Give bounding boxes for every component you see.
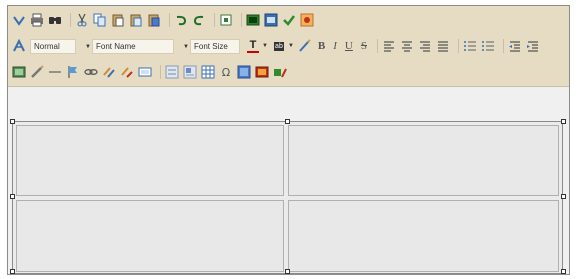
toolbar-separator (160, 65, 161, 79)
table-cell[interactable] (288, 200, 559, 272)
text-color-button[interactable]: T (246, 39, 260, 53)
flash-icon[interactable] (273, 65, 287, 79)
toolbar-separator (458, 39, 459, 53)
paste-text-icon[interactable] (129, 13, 143, 27)
spellcheck-icon[interactable] (12, 13, 26, 27)
cut-icon[interactable] (75, 13, 89, 27)
align-justify-icon[interactable] (436, 39, 450, 53)
paste-word-icon[interactable] (147, 13, 161, 27)
insert-image-icon[interactable] (12, 65, 26, 79)
print-icon[interactable] (30, 13, 44, 27)
iframe-icon[interactable] (255, 65, 269, 79)
toolbar-separator (503, 39, 504, 53)
redo-icon[interactable] (192, 13, 206, 27)
toolbar-row-2: Normal ▼ Font Name ▼ Font Size T ▼ ab ▼ (12, 36, 544, 56)
font-size-value: Font Size (194, 41, 228, 51)
chevron-down-icon: ▼ (183, 43, 189, 50)
resize-handle[interactable] (10, 119, 15, 124)
find-icon[interactable] (48, 13, 62, 27)
special-icon[interactable] (300, 13, 314, 27)
bg-color-label: ab (274, 41, 284, 51)
styles-icon[interactable] (12, 39, 26, 53)
content-table[interactable] (12, 121, 563, 274)
toolbar-separator (169, 13, 170, 27)
toolbar-row-1 (12, 10, 318, 30)
toolbar-separator (241, 13, 242, 27)
bulleted-list-icon[interactable] (481, 39, 495, 53)
italic-button[interactable]: I (331, 39, 339, 53)
indent-icon[interactable] (526, 39, 540, 53)
resize-handle[interactable] (285, 119, 290, 124)
resize-handle[interactable] (561, 119, 566, 124)
style-select-value: Normal (34, 41, 60, 51)
table-cell[interactable] (16, 125, 284, 196)
undo-icon[interactable] (174, 13, 188, 27)
media-icon[interactable] (138, 65, 152, 79)
toolbar-row-3: Ω (12, 62, 291, 82)
unlink-icon[interactable] (102, 65, 116, 79)
table-cell[interactable] (288, 125, 559, 196)
chevron-down-icon[interactable]: ▼ (262, 43, 268, 49)
table-cell[interactable] (16, 200, 284, 272)
smiley-icon[interactable] (237, 65, 251, 79)
font-name-select[interactable]: ▼ Font Name (85, 38, 174, 54)
editor-content-area[interactable] (8, 87, 569, 274)
eraser-icon[interactable] (298, 39, 312, 53)
resize-handle[interactable] (10, 269, 15, 274)
pencil-icon[interactable] (30, 65, 44, 79)
check-icon[interactable] (282, 13, 296, 27)
toolbar-separator (70, 13, 71, 27)
preview-icon[interactable] (264, 13, 278, 27)
font-size-select[interactable]: ▼ Font Size (183, 38, 240, 54)
font-name-value: Font Name (96, 41, 136, 51)
image-icon[interactable] (246, 13, 260, 27)
resize-handle[interactable] (561, 269, 566, 274)
flag-icon[interactable] (66, 65, 80, 79)
copy-icon[interactable] (93, 13, 107, 27)
bold-button[interactable]: B (316, 39, 327, 53)
select-all-icon[interactable] (219, 13, 233, 27)
align-left-icon[interactable] (382, 39, 396, 53)
resize-handle[interactable] (285, 269, 290, 274)
align-center-icon[interactable] (400, 39, 414, 53)
anchor-icon[interactable] (120, 65, 134, 79)
link-icon[interactable] (84, 65, 98, 79)
align-right-icon[interactable] (418, 39, 432, 53)
horizontal-rule-icon[interactable] (48, 65, 62, 79)
chevron-down-icon: ▼ (85, 43, 91, 50)
editor-toolbar: Normal ▼ Font Name ▼ Font Size T ▼ ab ▼ (8, 6, 569, 87)
template-icon[interactable] (183, 65, 197, 79)
bg-color-button[interactable]: ab (272, 39, 286, 53)
toolbar-separator (377, 39, 378, 53)
text-color-label: T (249, 38, 257, 51)
table-icon[interactable] (201, 65, 215, 79)
resize-handle[interactable] (561, 194, 566, 199)
text-color-bar (247, 50, 259, 53)
paste-icon[interactable] (111, 13, 125, 27)
chevron-down-icon[interactable]: ▼ (288, 43, 294, 49)
underline-button[interactable]: U (343, 39, 355, 53)
numbered-list-icon[interactable] (463, 39, 477, 53)
special-char-icon[interactable]: Ω (219, 65, 233, 79)
strikethrough-button[interactable]: S (359, 39, 369, 53)
form-icon[interactable] (165, 65, 179, 79)
outdent-icon[interactable] (508, 39, 522, 53)
toolbar-separator (214, 13, 215, 27)
resize-handle[interactable] (10, 194, 15, 199)
rich-text-editor: Normal ▼ Font Name ▼ Font Size T ▼ ab ▼ (7, 5, 570, 275)
style-select[interactable]: Normal (30, 38, 76, 54)
